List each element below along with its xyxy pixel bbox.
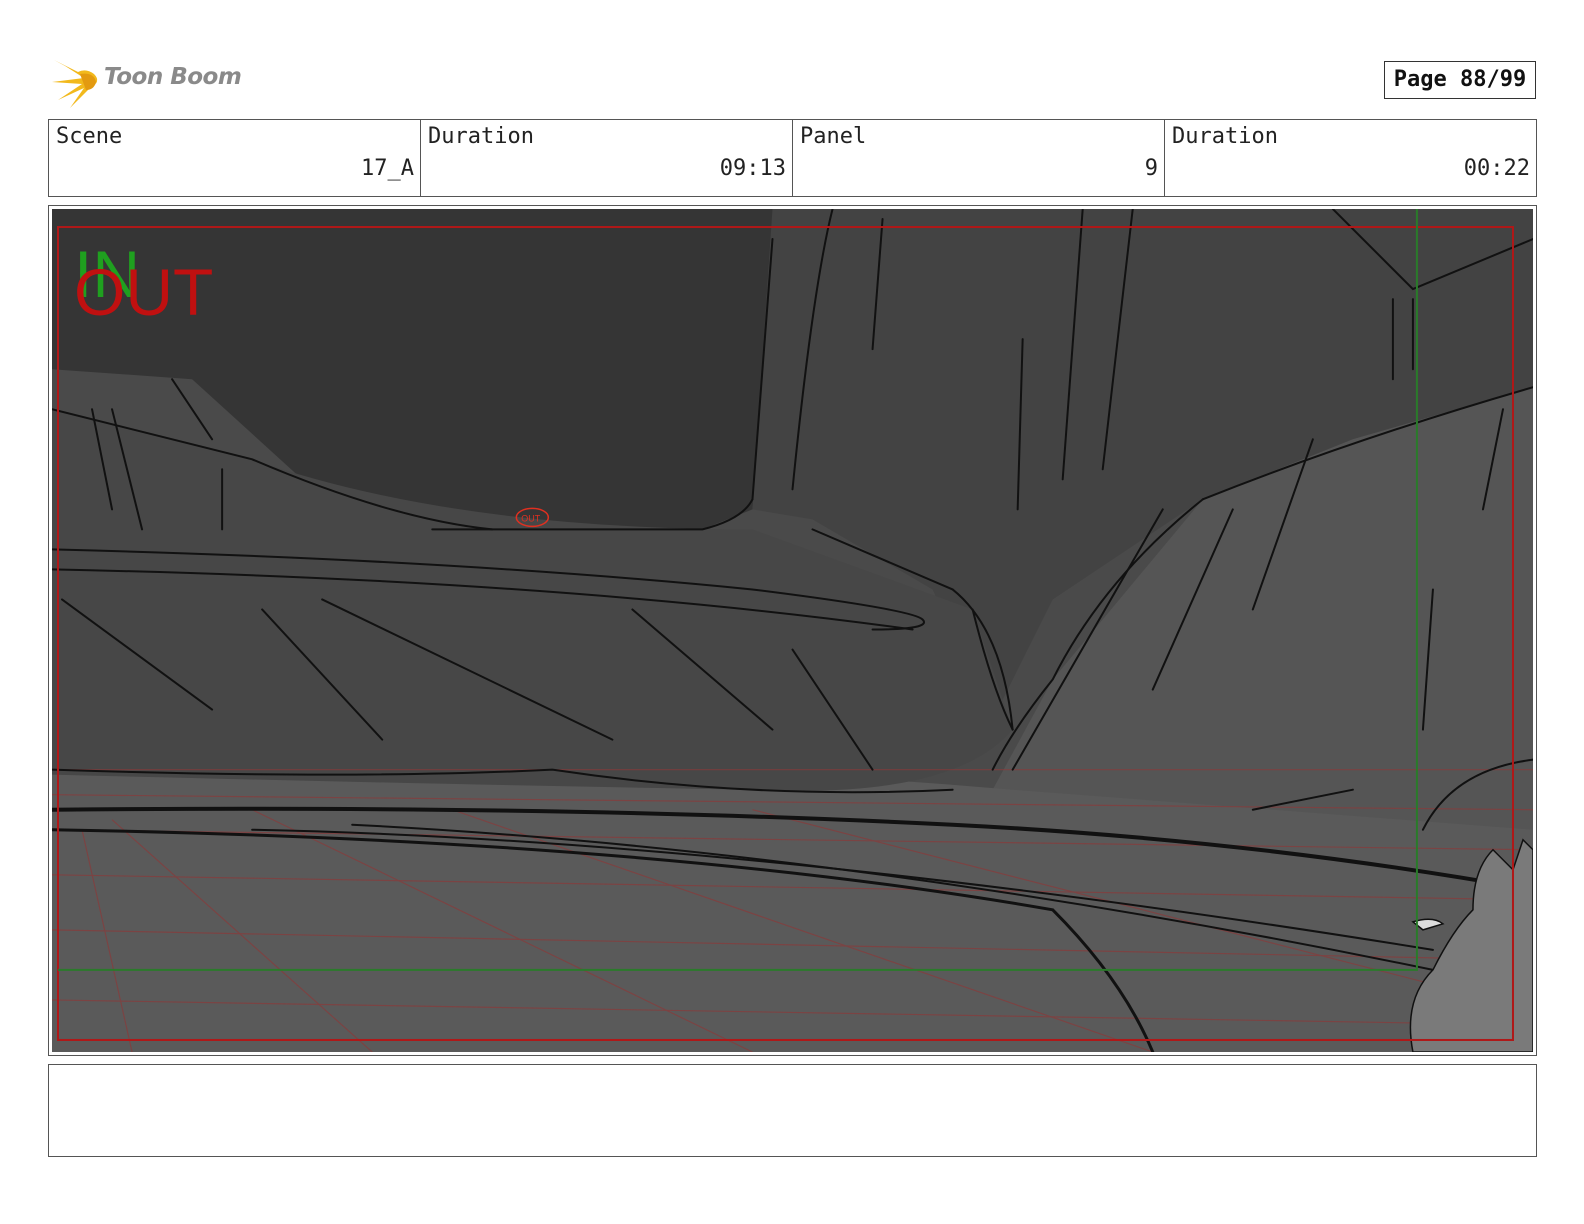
logo-text: Toon Boom — [104, 64, 242, 90]
small-out-marker: OUT — [521, 513, 540, 523]
panel-value: 9 — [1144, 156, 1158, 181]
scene-info-table: Scene 17_A Duration 09:13 Panel 9 Durati… — [48, 119, 1537, 197]
panel-duration-cell: Duration 00:22 — [1165, 120, 1536, 196]
toon-boom-logo: Toon Boom — [50, 52, 310, 110]
storyboard-panel: IN OUT OUT — [48, 205, 1537, 1056]
page-number: Page 88/99 — [1384, 61, 1536, 99]
scene-label: Scene — [56, 124, 123, 149]
panel-duration-label: Duration — [1172, 124, 1278, 149]
panel-duration-value: 00:22 — [1463, 156, 1530, 181]
panel-cell: Panel 9 — [793, 120, 1165, 196]
scene-duration-value: 09:13 — [719, 156, 786, 181]
panel-notes — [48, 1064, 1537, 1157]
out-marker: OUT — [74, 255, 213, 329]
panel-sketch: IN OUT OUT — [52, 209, 1533, 1052]
scene-duration-cell: Duration 09:13 — [421, 120, 793, 196]
panel-label: Panel — [800, 124, 867, 149]
scene-duration-label: Duration — [428, 124, 534, 149]
toon-boom-flame-icon — [52, 60, 98, 108]
scene-value: 17_A — [361, 156, 414, 181]
scene-cell: Scene 17_A — [49, 120, 421, 196]
